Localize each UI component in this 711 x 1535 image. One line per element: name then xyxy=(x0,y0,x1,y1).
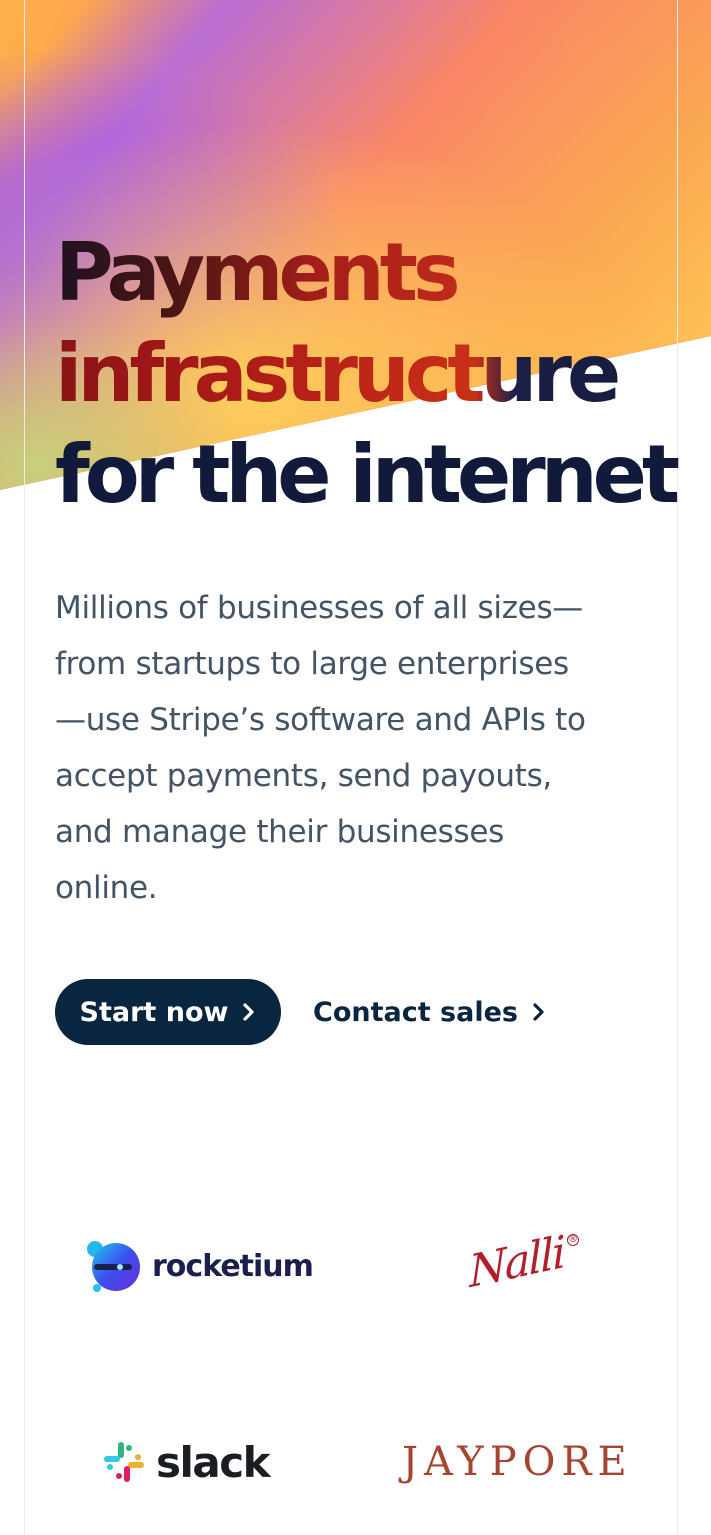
page: Payments infrastructure for the internet… xyxy=(0,0,711,1535)
hero-description-line: and manage their businesses xyxy=(55,814,504,850)
rocketium-logo: rocketium xyxy=(86,1236,314,1296)
hero-description-line: —use Stripe’s software and APIs to xyxy=(55,702,586,738)
rocketium-wordmark: rocketium xyxy=(152,1248,314,1284)
jaypore-logo: JAYPORE xyxy=(402,1436,633,1488)
headline-line-1: Payments xyxy=(55,222,695,323)
slack-wordmark: slack xyxy=(156,1437,271,1487)
contact-sales-link[interactable]: Contact sales xyxy=(313,979,546,1045)
contact-sales-label: Contact sales xyxy=(313,996,518,1028)
layout-guide-left xyxy=(24,0,25,1535)
registered-mark-icon: ® xyxy=(566,1234,579,1246)
jaypore-wordmark: JAYPORE xyxy=(402,1439,633,1485)
hero-description-line: online. xyxy=(55,870,158,906)
slack-hash-icon xyxy=(104,1442,144,1482)
hero-description-line: Millions of businesses of all sizes— xyxy=(55,590,584,626)
start-now-button[interactable]: Start now xyxy=(55,979,281,1045)
chevron-right-icon xyxy=(533,1003,544,1021)
hero-description: Millions of businesses of all sizes— fro… xyxy=(55,580,655,916)
nalli-logo: Nalli ® xyxy=(468,1226,579,1298)
headline-line-2: infrastructure xyxy=(55,323,695,424)
headline-line-3: for the internet xyxy=(55,428,680,521)
hero-description-line: accept payments, send payouts, xyxy=(55,758,552,794)
slack-logo: slack xyxy=(102,1436,271,1488)
nalli-wordmark: Nalli xyxy=(468,1226,565,1298)
start-now-label: Start now xyxy=(79,996,229,1028)
hero-description-line: from startups to large enterprises xyxy=(55,646,569,682)
rocketium-logo-icon xyxy=(87,1241,140,1292)
hero-headline: Payments infrastructure for the internet xyxy=(55,222,695,525)
chevron-right-icon xyxy=(243,1003,255,1021)
